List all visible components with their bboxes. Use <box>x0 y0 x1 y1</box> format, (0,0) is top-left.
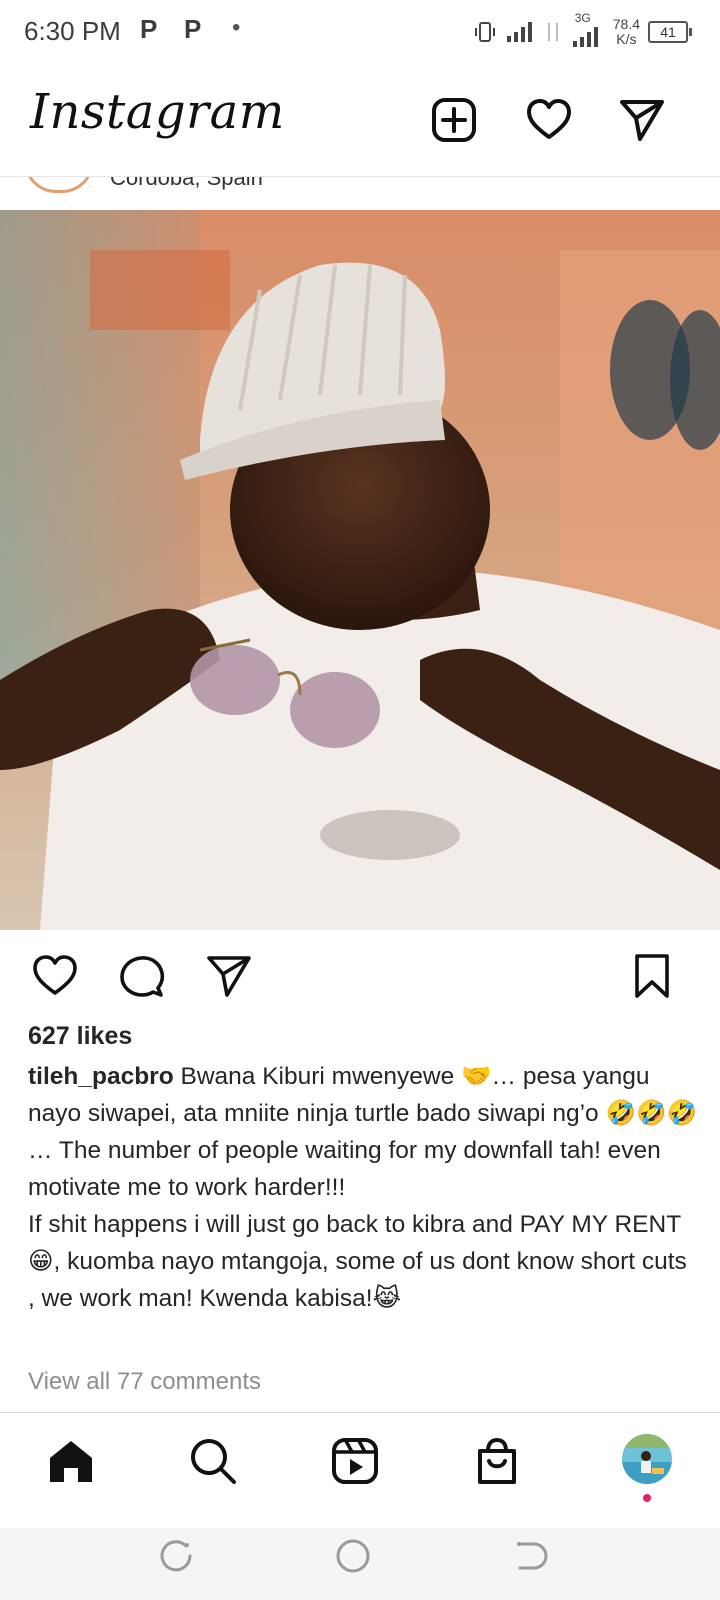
vibrate-icon <box>474 22 495 42</box>
back-icon[interactable] <box>510 1536 550 1576</box>
direct-message-icon[interactable] <box>618 96 666 144</box>
instagram-header: Instagram <box>0 72 720 177</box>
profile-notification-dot <box>643 1494 651 1502</box>
signal-icon <box>506 22 532 42</box>
notification-more-dot: • <box>232 14 241 41</box>
new-post-icon[interactable] <box>430 96 478 144</box>
likes-count[interactable]: 627 likes <box>28 1022 132 1051</box>
post-photo[interactable] <box>0 210 720 930</box>
view-all-comments-link[interactable]: View all 77 comments <box>28 1368 261 1396</box>
recent-apps-icon[interactable] <box>156 1536 196 1576</box>
home-icon[interactable] <box>46 1436 96 1486</box>
profile-picture <box>622 1434 672 1484</box>
data-arrows-icon <box>547 23 558 41</box>
status-right-group: 3G 78.4 K/s 41 <box>473 11 692 50</box>
share-icon[interactable] <box>205 952 253 1000</box>
post-caption: tileh_pacbro Bwana Kiburi mwenyewe 🤝… pe… <box>28 1058 698 1317</box>
notification-p-icon: P <box>184 14 202 44</box>
status-time: 6:30 PM <box>24 16 121 46</box>
reels-icon[interactable] <box>330 1436 380 1486</box>
home-circle-icon[interactable] <box>333 1536 373 1576</box>
shop-icon[interactable] <box>472 1436 522 1486</box>
post-image-man-with-sunglasses <box>0 210 720 930</box>
comment-icon[interactable] <box>118 952 166 1000</box>
caption-text: Bwana Kiburi mwenyewe 🤝… pesa yangu nayo… <box>28 1063 697 1312</box>
search-icon[interactable] <box>188 1436 238 1486</box>
caption-username[interactable]: tileh_pacbro <box>28 1063 174 1090</box>
like-icon[interactable] <box>31 952 79 1000</box>
profile-avatar[interactable] <box>622 1434 672 1484</box>
signal-3g-icon: 3G <box>571 11 605 49</box>
heart-icon[interactable] <box>525 96 573 144</box>
save-bookmark-icon[interactable] <box>628 952 676 1000</box>
status-bar: 6:30 PM P P • 3G 78.4 K/s 41 <box>0 0 720 66</box>
battery-icon: 41 <box>648 21 692 43</box>
instagram-logo[interactable]: Instagram <box>30 84 285 140</box>
network-speed: 78.4 K/s <box>612 16 640 47</box>
notification-p-icon: P <box>140 14 158 44</box>
